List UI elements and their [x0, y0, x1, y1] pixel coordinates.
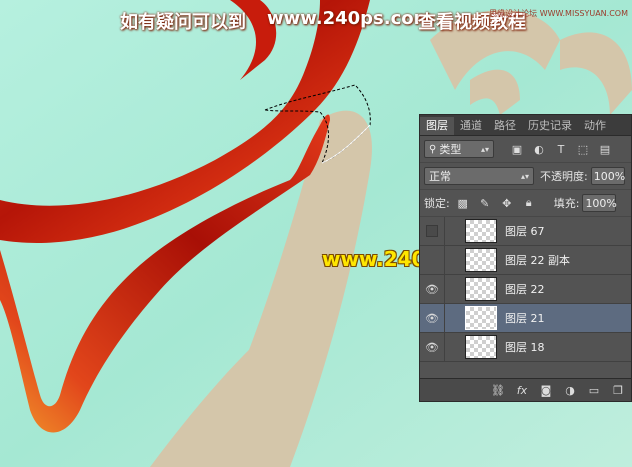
kind-label: 类型	[439, 143, 462, 156]
opacity-value: 100%	[593, 169, 626, 183]
fx-icon[interactable]: fx	[513, 382, 531, 398]
filter-row: ⚲ 类型 ▴▾ ▣ ◐ T ⬚ ▤	[420, 136, 631, 163]
layers-panel: 图层 通道 路径 历史记录 动作 ⚲ 类型 ▴▾ ▣ ◐ T ⬚ ▤ 正常 ▴▾…	[419, 114, 632, 402]
tab-layers[interactable]: 图层	[420, 117, 454, 135]
layer-row[interactable]: 图层 67	[420, 216, 631, 246]
adjustment-filter-icon[interactable]: ◐	[530, 140, 548, 158]
lock-row: 锁定: ▩ ✎ ✥ 🔒︎ 填充: 100%	[420, 190, 631, 217]
layer-thumbnail	[465, 306, 497, 330]
link-icon[interactable]: ⛓	[489, 382, 507, 398]
layer-name: 图层 67	[505, 225, 545, 238]
layer-thumbnail	[465, 248, 497, 272]
panel-tabs: 图层 通道 路径 历史记录 动作	[420, 115, 631, 136]
search-icon: ⚲	[429, 143, 437, 155]
layer-name: 图层 21	[505, 312, 545, 325]
lock-label: 锁定:	[424, 197, 450, 210]
layer-kind-filter[interactable]: ⚲ 类型 ▴▾	[424, 140, 494, 158]
layer-list: 图层 67 图层 22 副本 👁︎ 图层 22 👁︎ 图层 21 👁︎ 图层 1…	[420, 216, 631, 362]
tab-channels[interactable]: 通道	[454, 117, 488, 135]
eye-icon[interactable]: 👁︎	[420, 283, 444, 296]
type-filter-icon[interactable]: T	[552, 140, 570, 158]
blend-row: 正常 ▴▾ 不透明度: 100%	[420, 163, 631, 190]
blend-mode-select[interactable]: 正常 ▴▾	[424, 167, 534, 185]
layer-name: 图层 18	[505, 341, 545, 354]
tab-actions[interactable]: 动作	[578, 117, 612, 135]
banner-url: www.240ps.com	[267, 8, 433, 29]
layer-row[interactable]: 👁︎ 图层 22	[420, 274, 631, 304]
lock-transparent-icon[interactable]: ▩	[454, 194, 472, 212]
fill-value: 100%	[585, 196, 617, 210]
banner-left-text: 如有疑问可以到	[120, 12, 246, 33]
layer-name: 图层 22 副本	[505, 254, 570, 267]
shape-filter-icon[interactable]: ⬚	[574, 140, 592, 158]
chevron-down-icon: ▴▾	[480, 144, 489, 154]
image-filter-icon[interactable]: ▣	[508, 140, 526, 158]
opacity-label: 不透明度:	[540, 170, 588, 183]
layer-row[interactable]: 👁︎ 图层 18	[420, 332, 631, 362]
layer-name: 图层 22	[505, 283, 545, 296]
eye-icon[interactable]: 👁︎	[420, 312, 444, 325]
layer-thumbnail	[465, 277, 497, 301]
adjustment-icon[interactable]: ◑	[561, 382, 579, 398]
smart-object-filter-icon[interactable]: ▤	[596, 140, 614, 158]
blend-mode-value: 正常	[429, 170, 451, 183]
lock-all-icon[interactable]: 🔒︎	[520, 194, 538, 212]
panel-bottom-bar: ⛓ fx ◙ ◑ ▭ ❐	[420, 378, 631, 401]
lock-brush-icon[interactable]: ✎	[476, 194, 494, 212]
new-layer-icon[interactable]: ❐	[609, 382, 627, 398]
fill-input[interactable]: 100%	[582, 194, 617, 212]
site-tag: 思缘设计论坛 WWW.MISSYUAN.COM	[489, 9, 628, 18]
tab-history[interactable]: 历史记录	[522, 117, 578, 135]
layer-thumbnail	[465, 219, 497, 243]
eye-icon[interactable]: 👁︎	[420, 341, 444, 354]
lock-move-icon[interactable]: ✥	[498, 194, 516, 212]
folder-icon[interactable]: ▭	[585, 382, 603, 398]
fill-label: 填充:	[553, 197, 580, 210]
layer-row-selected[interactable]: 👁︎ 图层 21	[420, 303, 631, 333]
chevron-down-icon: ▴▾	[520, 171, 529, 181]
layer-thumbnail	[465, 335, 497, 359]
opacity-input[interactable]: 100%	[590, 167, 626, 185]
layer-row[interactable]: 图层 22 副本	[420, 245, 631, 275]
tab-paths[interactable]: 路径	[488, 117, 522, 135]
mask-icon[interactable]: ◙	[537, 382, 555, 398]
visibility-toggle[interactable]	[420, 225, 444, 237]
